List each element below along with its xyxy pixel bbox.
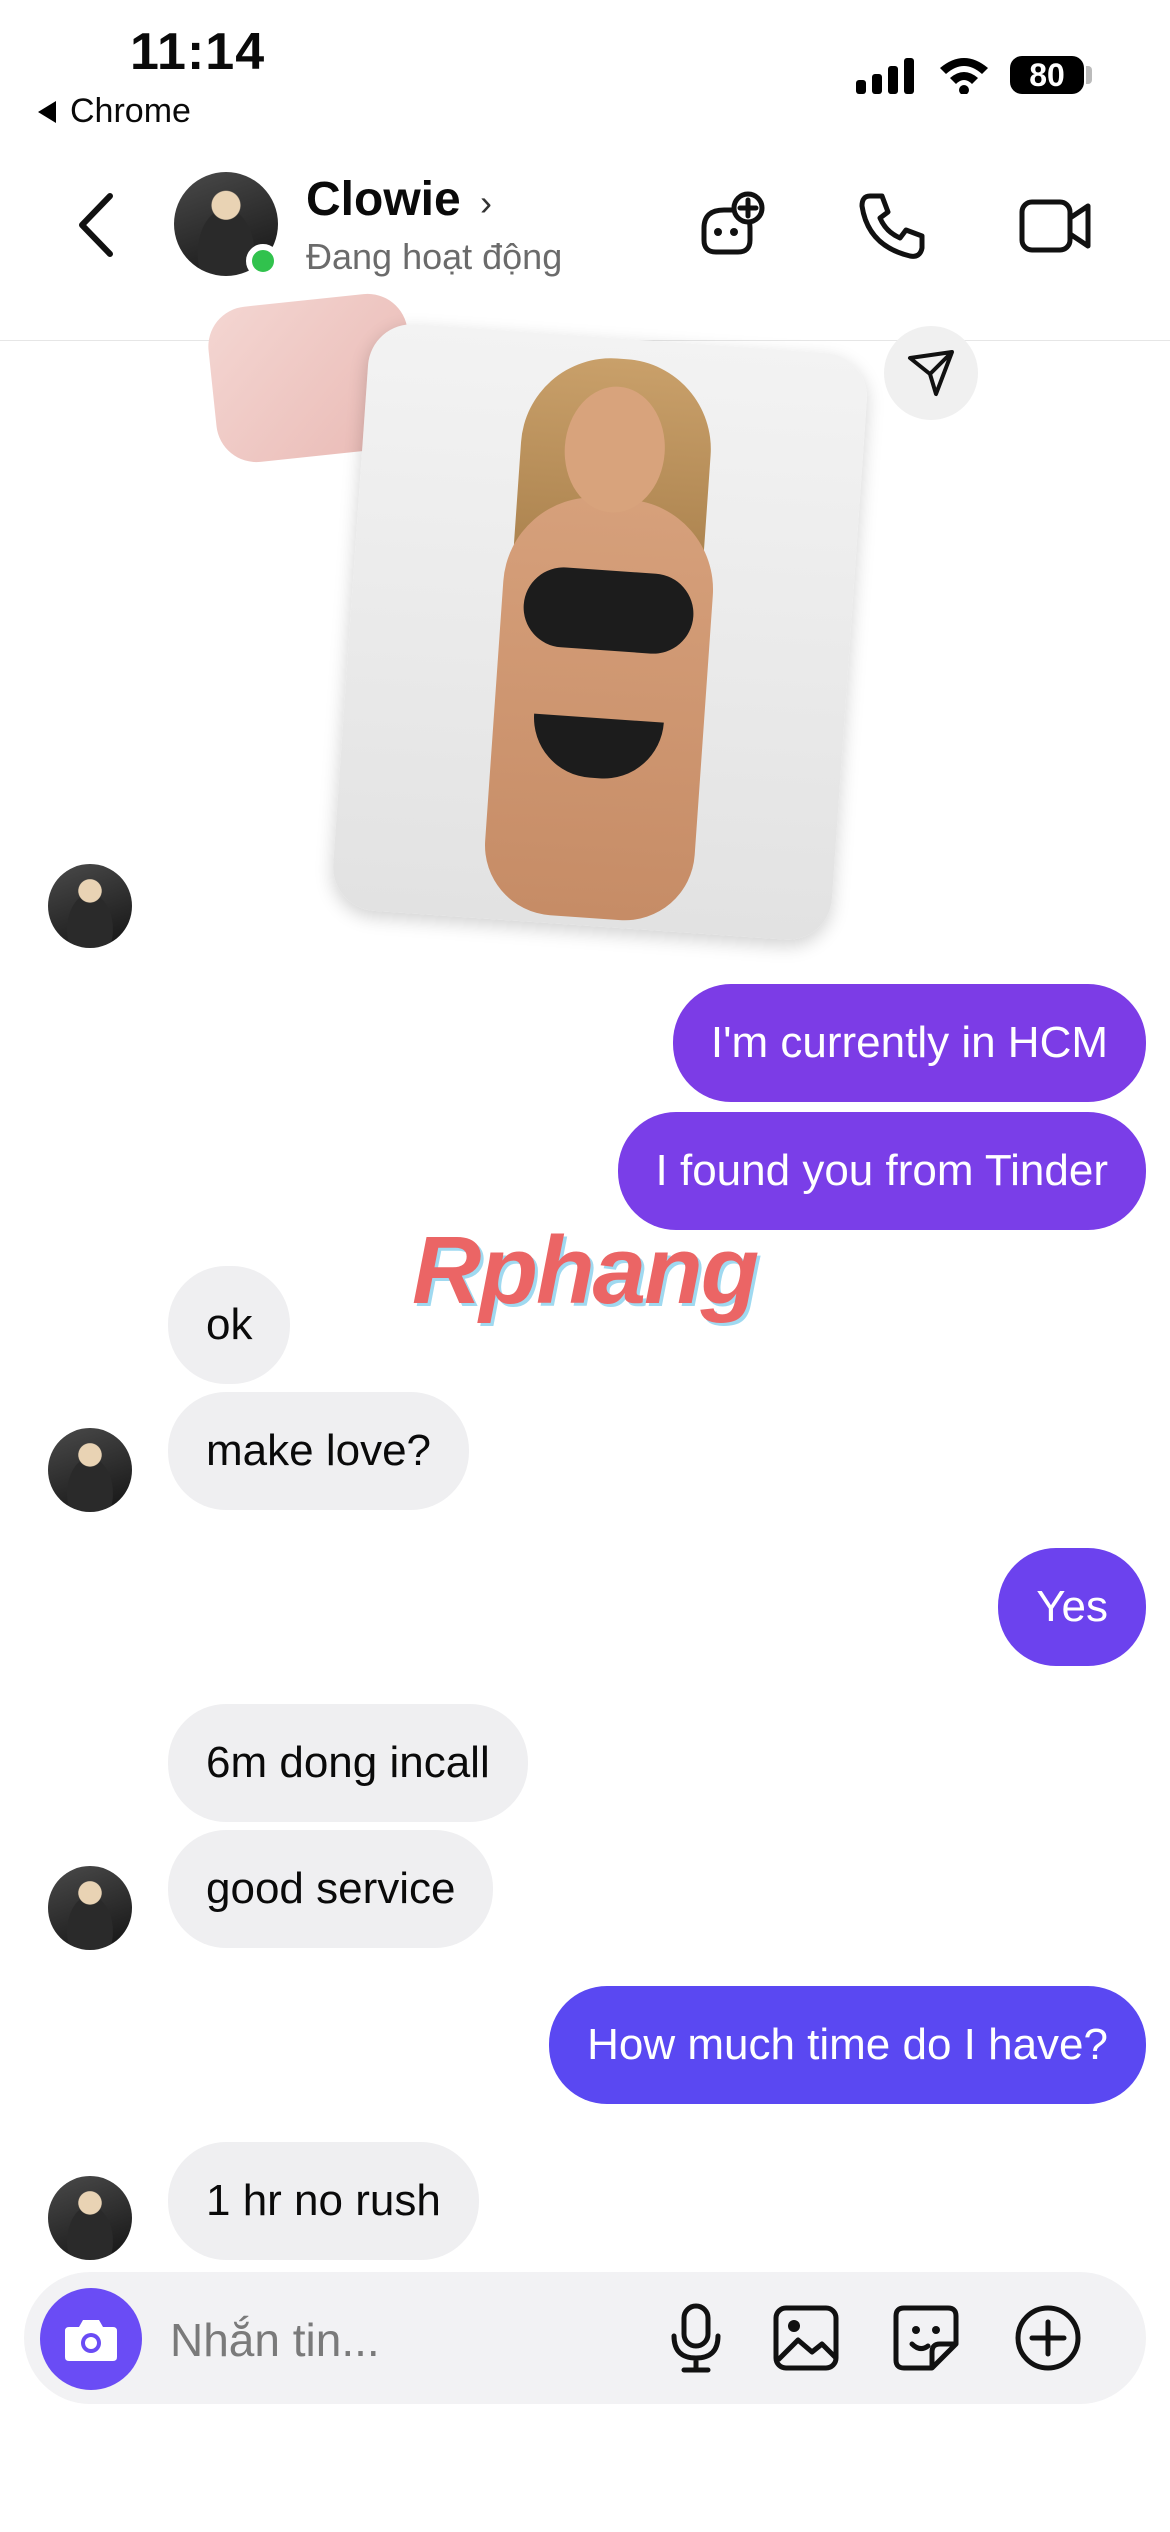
back-icon[interactable] [72, 190, 122, 260]
back-to-app-link[interactable]: Chrome [38, 92, 191, 131]
camera-icon [65, 2320, 117, 2361]
back-triangle-icon [38, 100, 56, 123]
sticker-icon[interactable] [886, 2298, 966, 2378]
status-time: 11:14 [130, 23, 266, 81]
message-bubble-incoming[interactable]: 6m dong incall [168, 1704, 528, 1822]
message-bubble-incoming[interactable]: 1 hr no rush [168, 2142, 479, 2260]
share-button[interactable] [884, 326, 978, 420]
message-bubble-outgoing[interactable]: How much time do I have? [549, 1986, 1146, 2104]
message-bubble-incoming[interactable]: good service [168, 1830, 494, 1948]
image-icon[interactable] [766, 2298, 846, 2378]
contact-avatar-small[interactable] [48, 2176, 132, 2260]
message-bubble-outgoing[interactable]: I found you from Tinder [617, 1112, 1146, 1230]
send-icon [908, 350, 954, 396]
message-input[interactable] [168, 2304, 632, 2376]
cellular-signal-icon [856, 58, 914, 94]
video-camera-icon[interactable] [1016, 186, 1096, 266]
plus-circle-icon[interactable] [1008, 2298, 1088, 2378]
chat-header [0, 150, 1170, 341]
microphone-icon[interactable] [656, 2298, 736, 2378]
message-bubble-outgoing[interactable]: I'm currently in HCM [672, 984, 1146, 1102]
contact-avatar-small[interactable] [48, 864, 132, 948]
online-status-dot [246, 244, 280, 278]
wifi-icon [940, 58, 988, 94]
contact-avatar-small[interactable] [48, 1866, 132, 1950]
photo-figure-body [480, 491, 720, 925]
contact-name[interactable]: Clowie [306, 172, 461, 227]
watermark: Rphang [412, 1217, 759, 1324]
message-bubble-incoming[interactable]: make love? [168, 1392, 470, 1510]
contact-status: Đang hoạt động [306, 236, 563, 277]
camera-button[interactable] [40, 2288, 142, 2390]
back-app-label: Chrome [70, 92, 191, 130]
photo-figure-top [520, 564, 697, 657]
battery-icon: 80 [1010, 56, 1084, 94]
message-bubble-incoming[interactable]: ok [168, 1266, 291, 1384]
shared-photo[interactable] [330, 321, 870, 943]
contact-avatar-small[interactable] [48, 1428, 132, 1512]
battery-tip [1086, 66, 1092, 84]
phone-icon[interactable] [852, 186, 932, 266]
message-bubble-outgoing[interactable]: Yes [998, 1548, 1146, 1666]
chevron-right-icon[interactable]: › [480, 182, 492, 224]
games-icon[interactable] [692, 186, 772, 266]
